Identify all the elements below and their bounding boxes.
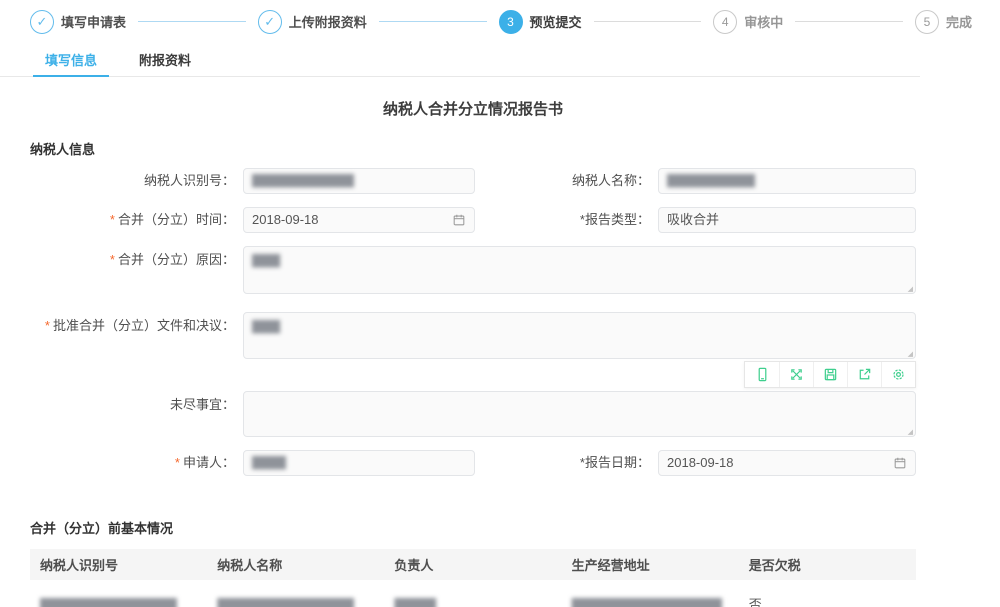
taxpayer-name-value: █████████████ [667, 169, 755, 193]
merge-time-value: 2018-09-18 [252, 208, 319, 232]
step-connector [379, 21, 487, 22]
resize-handle-icon[interactable]: ◢ [908, 429, 913, 436]
cell-taxpayer-id: ████████████████████ [40, 599, 176, 607]
merge-time-datepicker[interactable]: 2018-09-18 [243, 207, 475, 233]
step-2-label: 上传附报资料 [289, 12, 367, 31]
tab-attached-materials[interactable]: 附报资料 [127, 40, 203, 76]
approval-docs-label: *批准合并（分立）文件和决议： [30, 312, 235, 359]
approval-docs-textarea[interactable]: ████ ◢ [243, 312, 916, 359]
step-3-label: 预览提交 [530, 12, 582, 31]
report-type-field[interactable]: 吸收合并 [658, 207, 916, 233]
pre-merge-table: 纳税人识别号 纳税人名称 负责人 生产经营地址 是否欠税 ███████████… [30, 549, 916, 607]
cell-taxpayer-name: ████████████████████ [217, 599, 353, 607]
pending-matters-label: 未尽事宜： [30, 391, 235, 437]
resize-handle-icon[interactable]: ◢ [908, 286, 913, 293]
section-taxpayer-info-title: 纳税人信息 [30, 139, 946, 158]
gear-icon[interactable] [881, 362, 915, 387]
report-date-datepicker[interactable]: 2018-09-18 [658, 450, 916, 476]
step-1-label: 填写申请表 [61, 12, 126, 31]
merge-time-label: *合并（分立）时间： [30, 207, 235, 233]
page-title: 纳税人合并分立情况报告书 [30, 98, 916, 119]
taxpayer-name-label: 纳税人名称： [475, 168, 650, 194]
cell-manager: ██████ [394, 599, 435, 607]
col-taxpayer-id: 纳税人识别号 [30, 549, 207, 580]
step-connector [594, 21, 702, 22]
step-4-number: 4 [713, 10, 737, 34]
step-3-preview-submit[interactable]: 3 预览提交 [499, 10, 582, 34]
page: ✓ 填写申请表 ✓ 上传附报资料 3 预览提交 4 审核中 5 完成 填写信息 … [0, 0, 1000, 607]
mobile-icon[interactable] [745, 362, 779, 387]
progress-stepper: ✓ 填写申请表 ✓ 上传附报资料 3 预览提交 4 审核中 5 完成 [0, 0, 1000, 40]
step-4-review: 4 审核中 [713, 10, 783, 34]
col-manager: 负责人 [384, 549, 561, 580]
col-taxpayer-name: 纳税人名称 [207, 549, 384, 580]
calendar-icon[interactable] [893, 456, 907, 470]
export-icon[interactable] [847, 362, 881, 387]
col-business-address: 生产经营地址 [562, 549, 739, 580]
fullscreen-icon[interactable] [779, 362, 813, 387]
report-type-value: 吸收合并 [667, 208, 719, 232]
step-3-number: 3 [499, 10, 523, 34]
taxpayer-id-field[interactable]: ███████████████ [243, 168, 475, 194]
cell-owes-tax: 否 [749, 597, 762, 607]
resize-handle-icon[interactable]: ◢ [908, 351, 913, 358]
report-type-label: *报告类型： [475, 207, 650, 233]
table-header-row: 纳税人识别号 纳税人名称 负责人 生产经营地址 是否欠税 [30, 549, 916, 580]
col-owes-tax: 是否欠税 [739, 549, 916, 580]
applicant-label: *申请人： [30, 450, 235, 476]
taxpayer-name-field[interactable]: █████████████ [658, 168, 916, 194]
taxpayer-id-value: ███████████████ [252, 169, 354, 193]
calendar-icon[interactable] [452, 213, 466, 227]
applicant-value: █████ [252, 451, 286, 475]
step-5-label: 完成 [946, 12, 972, 31]
save-icon[interactable] [813, 362, 847, 387]
pending-matters-textarea[interactable]: ◢ [243, 391, 916, 437]
step-2-check-icon: ✓ [258, 10, 282, 34]
step-1-fill-form[interactable]: ✓ 填写申请表 [30, 10, 126, 34]
step-5-complete: 5 完成 [915, 10, 972, 34]
step-connector [138, 21, 246, 22]
merge-reason-textarea[interactable]: ████ ◢ [243, 246, 916, 294]
report-date-label: *报告日期： [475, 450, 650, 476]
table-row: ████████████████████ ███████████████████… [30, 580, 916, 607]
merge-reason-value: ████ [252, 255, 279, 267]
step-4-label: 审核中 [744, 12, 783, 31]
merge-reason-label: *合并（分立）原因： [30, 246, 235, 294]
applicant-field[interactable]: █████ [243, 450, 475, 476]
tab-fill-info[interactable]: 填写信息 [33, 40, 109, 77]
taxpayer-id-label: 纳税人识别号： [30, 168, 235, 194]
step-2-upload[interactable]: ✓ 上传附报资料 [258, 10, 367, 34]
report-date-value: 2018-09-18 [667, 451, 734, 475]
step-1-check-icon: ✓ [30, 10, 54, 34]
cell-business-address: ██████████████████████ [572, 599, 721, 607]
section-pre-merge-title: 合并（分立）前基本情况 [30, 518, 946, 537]
approval-docs-value: ████ [252, 321, 279, 333]
step-5-number: 5 [915, 10, 939, 34]
floating-toolbar [744, 361, 916, 388]
step-connector [795, 21, 903, 22]
tab-bar: 填写信息 附报资料 [0, 40, 920, 77]
